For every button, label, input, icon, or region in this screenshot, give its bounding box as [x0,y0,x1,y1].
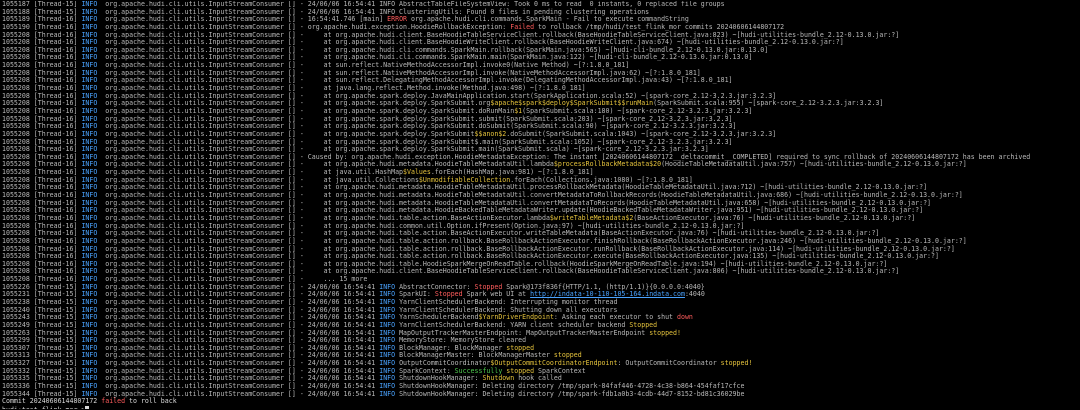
log-message-segment: INFO [379,389,396,398]
log-message-segment: : OutputCommitCoordinator [617,359,721,368]
commit-status-segment: to roll back [125,397,177,406]
shell-prompt: hudi:test_flink_mor-> [2,406,85,409]
log-message-segment: ShutdownHookManager: Deleting directory … [395,389,745,398]
prompt-line[interactable]: hudi:test_flink_mor-> [2,405,1078,409]
commit-status-line: Commit 20240606144807172 failed to roll … [2,397,1078,406]
text-cursor[interactable] [85,405,90,409]
log-message-segment: down [677,313,693,322]
log-message: [] - at org.apache.hudi.client.BaseHoodi… [287,267,900,276]
log-message-segment: (HoodieTableMetadataUtil.java:757) ~[hud… [661,160,967,169]
terminal-output[interactable]: 1055187 [Thread-15] INFO org.apache.hudi… [2,1,1078,409]
log-message-segment: [] - 24/06/06 16:54:41 [287,389,380,398]
log-message-segment: stopped! [649,328,681,337]
commit-status-segment: Commit 20240606144807172 [2,397,102,406]
commit-status-segment: failed [101,397,126,406]
log-message-segment: :4040 [684,290,705,299]
log-message-segment: stopped! [720,359,753,368]
